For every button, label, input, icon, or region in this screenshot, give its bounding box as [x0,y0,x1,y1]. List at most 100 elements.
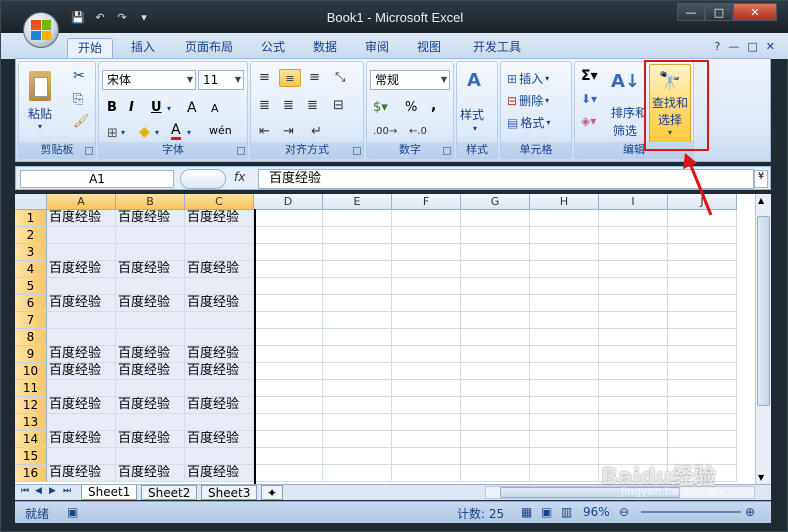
grid-cell[interactable] [392,295,461,312]
grid-cell[interactable] [323,329,392,346]
grid-cell[interactable] [668,244,737,261]
scroll-up-icon[interactable]: ▲ [758,196,764,205]
grid-cell[interactable] [254,363,323,380]
formula-divider[interactable] [180,169,226,189]
font-color-icon[interactable]: A [171,122,181,140]
merge-center-icon[interactable]: ⊟ [333,98,344,113]
tab-review[interactable]: 审阅 [357,38,397,59]
grid-cell[interactable] [668,295,737,312]
grid-cell[interactable] [185,448,254,465]
grid-cell[interactable] [392,210,461,227]
sort-filter-label-2[interactable]: 筛选 [613,122,637,139]
grid-cell[interactable] [323,465,392,482]
grid-cell[interactable] [47,278,116,295]
grid-cell[interactable] [530,329,599,346]
insert-cells-button[interactable]: ⊞ 插入 ▾ [507,70,549,87]
grid-cell[interactable] [47,227,116,244]
align-center-icon[interactable]: ≣ [283,98,294,113]
grid-cell[interactable] [461,346,530,363]
grid-cell[interactable] [392,278,461,295]
column-header-d[interactable]: D [254,194,323,210]
next-sheet-icon[interactable]: ▶ [49,486,56,496]
grid-cell[interactable] [530,312,599,329]
grid-cell[interactable] [599,414,668,431]
grid-cell[interactable] [530,363,599,380]
grid-cell[interactable] [668,414,737,431]
grid-cell[interactable] [254,244,323,261]
grid-cell[interactable] [392,465,461,482]
grid-cell[interactable] [530,295,599,312]
grid-cell[interactable] [116,227,185,244]
grid-cell[interactable] [116,278,185,295]
grid-cell[interactable] [323,295,392,312]
grid-cell[interactable] [461,227,530,244]
dialog-launcher-icon[interactable] [237,147,245,155]
autosum-icon[interactable]: Σ▾ [581,68,598,84]
grid-cell[interactable] [530,261,599,278]
grid-cell[interactable] [47,312,116,329]
grow-font-button[interactable]: A [187,100,197,116]
grid-cell[interactable] [599,363,668,380]
align-top-icon[interactable]: ≡ [259,70,270,85]
grid-cell[interactable] [461,414,530,431]
grid-cell[interactable] [116,329,185,346]
grid-cell[interactable] [323,244,392,261]
last-sheet-icon[interactable]: ⏭ [63,486,71,496]
grid-cell[interactable] [530,227,599,244]
grid-cell[interactable] [254,227,323,244]
grid-cell[interactable]: 百度经验 [116,465,185,482]
row-header[interactable]: 1 [15,210,47,227]
row-header[interactable]: 6 [15,295,47,312]
row-header[interactable]: 11 [15,380,47,397]
grid-cell[interactable] [461,380,530,397]
align-middle-icon[interactable]: ≡ [279,69,301,87]
grid-cell[interactable]: 百度经验 [47,397,116,414]
grid-cell[interactable] [461,363,530,380]
chevron-down-icon[interactable]: ▾ [155,128,159,137]
chevron-down-icon[interactable]: ▾ [473,124,477,133]
grid-cell[interactable]: 百度经验 [185,465,254,482]
dialog-launcher-icon[interactable] [443,147,451,155]
grid-cell[interactable] [254,278,323,295]
grid-cell[interactable] [530,278,599,295]
name-box[interactable]: A1 [20,170,174,188]
grid-cell[interactable] [116,312,185,329]
grid-cell[interactable] [323,312,392,329]
grid-cell[interactable]: 百度经验 [47,431,116,448]
grid-cell[interactable] [668,380,737,397]
grid-cell[interactable] [185,227,254,244]
grid-cell[interactable] [254,448,323,465]
page-break-view-icon[interactable]: ▥ [561,505,572,519]
grid-cell[interactable] [461,244,530,261]
grid-cell[interactable] [461,431,530,448]
sheet-tab-3[interactable]: Sheet3 [201,485,258,500]
percent-button[interactable]: % [405,100,417,115]
row-header[interactable]: 4 [15,261,47,278]
row-header[interactable]: 3 [15,244,47,261]
expand-formula-icon[interactable]: ¥ [754,170,768,188]
grid-cell[interactable] [323,448,392,465]
restore-button[interactable]: □ [705,3,733,21]
vertical-scrollbar[interactable]: ▲ ▼ [755,194,771,484]
grid-cell[interactable] [323,261,392,278]
grid-cell[interactable]: 百度经验 [185,261,254,278]
column-header-e[interactable]: E [323,194,392,210]
cut-icon[interactable]: ✂ [73,68,85,84]
ribbon-close-icon[interactable]: ✕ [766,40,775,53]
row-header[interactable]: 9 [15,346,47,363]
office-button[interactable] [23,12,59,48]
grid-cell[interactable] [461,261,530,278]
macro-record-icon[interactable]: ▣ [67,505,78,519]
chevron-down-icon[interactable]: ▾ [167,104,171,113]
tab-page-layout[interactable]: 页面布局 [177,38,241,59]
ribbon-minimize-icon[interactable]: — [728,40,739,53]
row-header[interactable]: 10 [15,363,47,380]
grid-cell[interactable] [599,380,668,397]
grid-cell[interactable] [185,312,254,329]
tab-developer[interactable]: 开发工具 [465,38,529,59]
grid-cell[interactable] [185,414,254,431]
grid-cell[interactable] [323,278,392,295]
zoom-in-icon[interactable]: ⊕ [745,505,755,519]
grid-cell[interactable] [116,380,185,397]
clear-icon[interactable]: ◈▾ [581,114,596,128]
